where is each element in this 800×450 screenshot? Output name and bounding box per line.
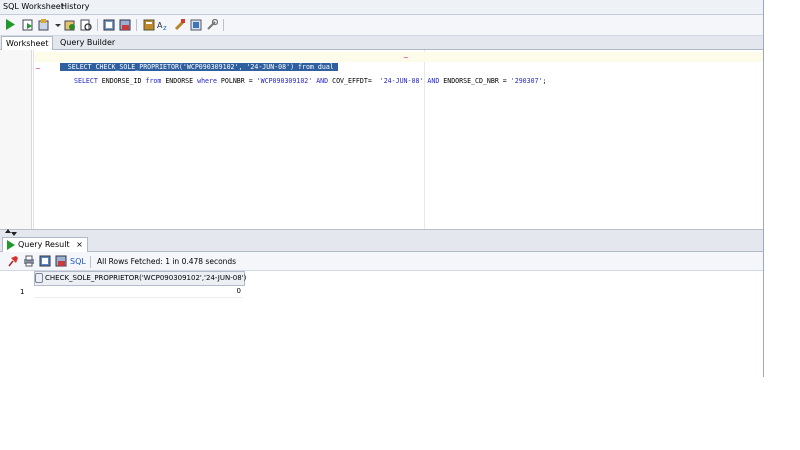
unshared-worksheet-icon[interactable]	[173, 18, 186, 31]
query-result-label: Query Result	[18, 240, 70, 249]
fold-margin	[33, 50, 34, 229]
tab-query-builder[interactable]: Query Builder	[56, 36, 119, 49]
worksheet-toolbar: Az	[0, 15, 763, 36]
tab-worksheet[interactable]: Worksheet	[1, 36, 54, 50]
pin-icon[interactable]	[6, 254, 19, 267]
selected-statement: SELECT CHECK_SOLE_PROPRIETOR('WCP0903091…	[59, 63, 338, 71]
worksheet-tab-bar: Worksheet Query Builder	[0, 36, 763, 50]
column-name: ENDORSE_ID	[97, 77, 146, 85]
keyword-select: SELECT	[74, 77, 98, 85]
run-statement-icon[interactable]	[4, 18, 17, 31]
tab-query-result[interactable]: Query Result ×	[2, 237, 88, 252]
print-icon[interactable]	[22, 254, 35, 267]
toolbar-separator	[90, 256, 91, 268]
close-icon[interactable]: ×	[76, 240, 83, 249]
format-icon[interactable]	[189, 18, 202, 31]
keyword-from: from	[145, 77, 162, 85]
string-literal-2: '24-JUN-08'	[379, 77, 424, 85]
editor-line-2[interactable]: SELECT ENDORSE_ID from ENDORSE where POL…	[74, 76, 547, 86]
keyword-where: where	[197, 77, 217, 85]
error-squiggle: ~	[403, 54, 409, 62]
fetch-status: All Rows Fetched: 1 in 0.478 seconds	[97, 257, 237, 266]
rollback-icon[interactable]	[63, 18, 76, 31]
column-header[interactable]: CHECK_SOLE_PROPRIETOR('WCP090309102','24…	[34, 271, 247, 286]
result-cell[interactable]: 0	[34, 286, 243, 298]
commit-icon[interactable]	[37, 18, 50, 31]
results-tab-bar: Query Result ×	[0, 237, 763, 252]
run-script-icon[interactable]	[21, 18, 34, 31]
keyword-and: AND	[423, 77, 444, 85]
svg-text:z: z	[163, 24, 167, 31]
toolbar-separator	[223, 19, 224, 31]
autotrace-icon[interactable]	[79, 18, 92, 31]
condition-3: ENDORSE_CD_NBR =	[443, 77, 511, 85]
statement-terminator: ;	[542, 77, 547, 85]
string-literal-1: 'WCP090309102'	[256, 77, 313, 85]
clear-icon[interactable]	[142, 18, 155, 31]
condition-2: COV_EFFDT=	[332, 77, 380, 85]
top-tab-bar: SQL Worksheet History	[0, 0, 763, 15]
table-name: ENDORSE	[161, 77, 198, 85]
keyword-and: AND	[312, 77, 333, 85]
results-toolbar: SQL All Rows Fetched: 1 in 0.478 seconds	[0, 252, 763, 271]
condition-1: POLNBR =	[216, 77, 257, 85]
history-icon[interactable]: Az	[157, 18, 170, 31]
tab-sql-worksheet[interactable]: SQL Worksheet	[3, 2, 64, 11]
explain-icon[interactable]	[54, 254, 67, 267]
error-squiggle: ~	[35, 65, 41, 73]
result-value: 0	[236, 287, 241, 295]
column-header-label: CHECK_SOLE_PROPRIETOR('WCP090309102','24…	[45, 274, 247, 282]
results-grid: CHECK_SOLE_PROPRIETOR('WCP090309102','24…	[0, 271, 763, 377]
refresh-icon[interactable]	[38, 254, 51, 267]
column-type-icon	[35, 273, 43, 283]
tab-history[interactable]: History	[61, 2, 89, 11]
sql-editor[interactable]: SELECT CHECK_SOLE_PROPRIETOR('WCP0903091…	[0, 50, 763, 229]
line-gutter	[0, 50, 32, 229]
sql-developer-window: SQL Worksheet History A z Worksheet Quer…	[0, 0, 764, 377]
explain-plan-icon[interactable]	[102, 18, 115, 31]
row-number[interactable]: 1	[20, 288, 24, 296]
string-literal-3: '290307'	[510, 77, 543, 85]
sql-link[interactable]: SQL	[70, 257, 86, 266]
toolbar-separator	[97, 19, 98, 31]
tools-icon[interactable]	[205, 18, 218, 31]
sql-tuning-icon[interactable]	[118, 18, 131, 31]
toolbar-separator	[136, 19, 137, 31]
